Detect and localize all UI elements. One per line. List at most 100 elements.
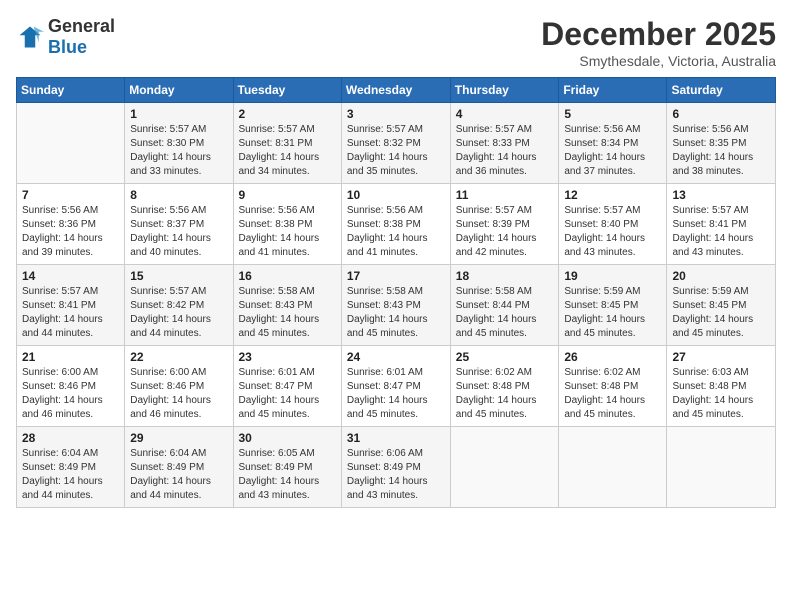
day-info: Sunrise: 5:56 AM Sunset: 8:37 PM Dayligh… [130,204,227,260]
day-number: 20 [672,269,770,283]
day-info: Sunrise: 6:00 AM Sunset: 8:46 PM Dayligh… [130,366,227,422]
calendar-cell: 18 Sunrise: 5:58 AM Sunset: 8:44 PM Dayli… [450,265,559,346]
day-header-sunday: Sunday [17,78,125,103]
calendar-cell: 15Sunrise: 5:57 AM Sunset: 8:42 PM Dayli… [125,265,233,346]
calendar-cell: 1 Sunrise: 5:57 AM Sunset: 8:30 PM Daylig… [125,103,233,184]
day-info: Sunrise: 6:04 AM Sunset: 8:49 PM Dayligh… [22,447,119,503]
calendar-cell: 3 Sunrise: 5:57 AM Sunset: 8:32 PM Daylig… [341,103,450,184]
calendar-cell: 28 Sunrise: 6:04 AM Sunset: 8:49 PM Dayli… [17,427,125,508]
day-info: Sunrise: 5:57 AM Sunset: 8:33 PM Dayligh… [456,123,554,179]
day-number: 30 [239,431,336,445]
day-number: 2 [239,107,336,121]
day-info: Sunrise: 5:58 AM Sunset: 8:43 PM Dayligh… [347,285,445,341]
day-info: Sunrise: 5:56 AM Sunset: 8:38 PM Dayligh… [347,204,445,260]
calendar-cell: 2Sunrise: 5:57 AM Sunset: 8:31 PM Daylig… [233,103,341,184]
calendar-cell: 5Sunrise: 5:56 AM Sunset: 8:34 PM Daylig… [559,103,667,184]
calendar-cell: 11 Sunrise: 5:57 AM Sunset: 8:39 PM Dayli… [450,184,559,265]
day-header-friday: Friday [559,78,667,103]
day-info: Sunrise: 5:59 AM Sunset: 8:45 PM Dayligh… [564,285,661,341]
day-number: 24 [347,350,445,364]
day-info: Sunrise: 6:02 AM Sunset: 8:48 PM Dayligh… [564,366,661,422]
calendar-cell: 10 Sunrise: 5:56 AM Sunset: 8:38 PM Dayli… [341,184,450,265]
day-info: Sunrise: 5:57 AM Sunset: 8:32 PM Dayligh… [347,123,445,179]
day-number: 17 [347,269,445,283]
day-info: Sunrise: 6:06 AM Sunset: 8:49 PM Dayligh… [347,447,445,503]
day-header-monday: Monday [125,78,233,103]
day-number: 27 [672,350,770,364]
day-header-tuesday: Tuesday [233,78,341,103]
day-header-thursday: Thursday [450,78,559,103]
day-number: 23 [239,350,336,364]
day-number: 29 [130,431,227,445]
calendar-cell: 9 Sunrise: 5:56 AM Sunset: 8:38 PM Daylig… [233,184,341,265]
calendar-cell: 13Sunrise: 5:57 AM Sunset: 8:41 PM Dayli… [667,184,776,265]
day-number: 21 [22,350,119,364]
day-info: Sunrise: 6:04 AM Sunset: 8:49 PM Dayligh… [130,447,227,503]
day-info: Sunrise: 5:57 AM Sunset: 8:42 PM Dayligh… [130,285,227,341]
day-info: Sunrise: 6:01 AM Sunset: 8:47 PM Dayligh… [347,366,445,422]
calendar-cell: 4 Sunrise: 5:57 AM Sunset: 8:33 PM Daylig… [450,103,559,184]
day-number: 19 [564,269,661,283]
calendar-cell: 12 Sunrise: 5:57 AM Sunset: 8:40 PM Dayli… [559,184,667,265]
logo: General Blue [16,16,115,58]
calendar-cell: 26 Sunrise: 6:02 AM Sunset: 8:48 PM Dayli… [559,346,667,427]
day-header-saturday: Saturday [667,78,776,103]
day-number: 10 [347,188,445,202]
calendar-cell: 20 Sunrise: 5:59 AM Sunset: 8:45 PM Dayli… [667,265,776,346]
day-number: 1 [130,107,227,121]
day-number: 18 [456,269,554,283]
logo-general: General [48,16,115,36]
calendar-cell: 8 Sunrise: 5:56 AM Sunset: 8:37 PM Daylig… [125,184,233,265]
day-number: 11 [456,188,554,202]
calendar-cell: 17 Sunrise: 5:58 AM Sunset: 8:43 PM Dayli… [341,265,450,346]
day-info: Sunrise: 5:58 AM Sunset: 8:44 PM Dayligh… [456,285,554,341]
calendar-cell: 6Sunrise: 5:56 AM Sunset: 8:35 PM Daylig… [667,103,776,184]
calendar-cell: 29 Sunrise: 6:04 AM Sunset: 8:49 PM Dayli… [125,427,233,508]
calendar-cell: 21 Sunrise: 6:00 AM Sunset: 8:46 PM Dayli… [17,346,125,427]
calendar-cell: 30 Sunrise: 6:05 AM Sunset: 8:49 PM Dayli… [233,427,341,508]
day-info: Sunrise: 6:02 AM Sunset: 8:48 PM Dayligh… [456,366,554,422]
day-info: Sunrise: 5:57 AM Sunset: 8:41 PM Dayligh… [22,285,119,341]
day-number: 12 [564,188,661,202]
day-info: Sunrise: 5:58 AM Sunset: 8:43 PM Dayligh… [239,285,336,341]
calendar-cell: 14 Sunrise: 5:57 AM Sunset: 8:41 PM Dayli… [17,265,125,346]
calendar-cell: 16Sunrise: 5:58 AM Sunset: 8:43 PM Dayli… [233,265,341,346]
day-number: 7 [22,188,119,202]
calendar-table: SundayMondayTuesdayWednesdayThursdayFrid… [16,77,776,508]
calendar-cell: 23Sunrise: 6:01 AM Sunset: 8:47 PM Dayli… [233,346,341,427]
calendar-cell [667,427,776,508]
day-info: Sunrise: 5:57 AM Sunset: 8:30 PM Dayligh… [130,123,227,179]
calendar-cell [559,427,667,508]
day-number: 3 [347,107,445,121]
day-number: 4 [456,107,554,121]
calendar-cell: 19 Sunrise: 5:59 AM Sunset: 8:45 PM Dayli… [559,265,667,346]
day-number: 5 [564,107,661,121]
day-number: 25 [456,350,554,364]
day-info: Sunrise: 6:00 AM Sunset: 8:46 PM Dayligh… [22,366,119,422]
calendar-cell [450,427,559,508]
logo-blue: Blue [48,37,87,57]
day-info: Sunrise: 5:57 AM Sunset: 8:41 PM Dayligh… [672,204,770,260]
day-number: 6 [672,107,770,121]
day-header-wednesday: Wednesday [341,78,450,103]
calendar-cell: 7 Sunrise: 5:56 AM Sunset: 8:36 PM Daylig… [17,184,125,265]
day-info: Sunrise: 5:57 AM Sunset: 8:40 PM Dayligh… [564,204,661,260]
day-number: 8 [130,188,227,202]
day-number: 26 [564,350,661,364]
day-number: 14 [22,269,119,283]
day-number: 22 [130,350,227,364]
day-number: 28 [22,431,119,445]
day-info: Sunrise: 5:57 AM Sunset: 8:39 PM Dayligh… [456,204,554,260]
day-info: Sunrise: 5:56 AM Sunset: 8:38 PM Dayligh… [239,204,336,260]
day-info: Sunrise: 5:59 AM Sunset: 8:45 PM Dayligh… [672,285,770,341]
page-header: General Blue December 2025 Smythesdale, … [16,16,776,69]
calendar-cell: 25 Sunrise: 6:02 AM Sunset: 8:48 PM Dayli… [450,346,559,427]
day-info: Sunrise: 6:05 AM Sunset: 8:49 PM Dayligh… [239,447,336,503]
day-number: 31 [347,431,445,445]
calendar-cell [17,103,125,184]
day-info: Sunrise: 5:56 AM Sunset: 8:36 PM Dayligh… [22,204,119,260]
logo-icon [16,23,44,51]
day-info: Sunrise: 6:03 AM Sunset: 8:48 PM Dayligh… [672,366,770,422]
calendar-cell: 22 Sunrise: 6:00 AM Sunset: 8:46 PM Dayli… [125,346,233,427]
day-number: 9 [239,188,336,202]
